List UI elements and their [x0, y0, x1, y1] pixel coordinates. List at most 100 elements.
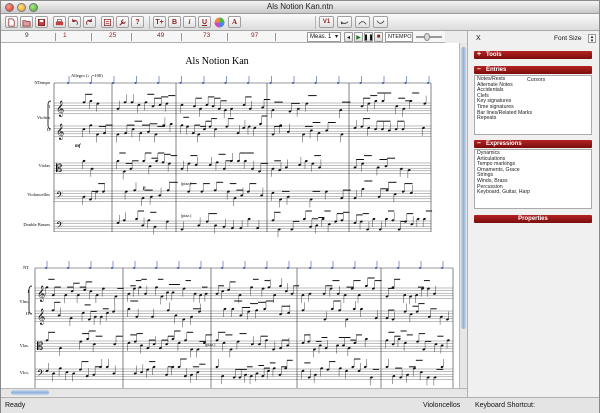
font-size-stepper[interactable]: ▴ ▾ — [588, 34, 596, 44]
font-button[interactable]: A — [228, 16, 241, 28]
bold-icon: B — [171, 18, 178, 26]
svg-text:𝄞: 𝄞 — [37, 286, 45, 302]
tempo-field[interactable]: NTEMPO — [385, 32, 413, 42]
note-marks: 𝄞 𝄞 𝄡 𝄢 𝄢 𝄞 𝄞 𝄡 𝄢 — [37, 76, 450, 386]
vertical-scrollbar[interactable] — [459, 43, 467, 388]
stop-icon: ■ — [376, 34, 381, 40]
pause-icon: ❚❚ — [363, 34, 374, 41]
svg-text:𝄡: 𝄡 — [56, 162, 62, 175]
ruler-tick — [181, 33, 182, 41]
horizontal-scroll-thumb[interactable] — [11, 390, 49, 395]
ruler-page-number: 9 — [25, 32, 29, 39]
svg-text:𝄞: 𝄞 — [56, 124, 64, 140]
ruler-tick — [275, 33, 276, 41]
stop-button[interactable]: ■ — [374, 32, 383, 42]
play-button[interactable]: ▶ — [354, 32, 363, 42]
italic-icon: i — [188, 18, 191, 26]
tempo-field-label: NTEMPO — [388, 34, 412, 40]
ruler-tick — [91, 33, 92, 41]
staff-label-vlcs: Vlcs. — [20, 370, 29, 375]
tie-button[interactable] — [337, 16, 352, 28]
color-button[interactable] — [213, 16, 226, 28]
rewind-button[interactable]: ◂ — [344, 32, 353, 42]
panel-close-button[interactable]: X — [476, 35, 481, 42]
minus-icon: – — [477, 140, 481, 147]
open-button[interactable] — [20, 16, 33, 28]
entries-cursors-item[interactable]: Cursors — [527, 77, 545, 83]
slur-down-button[interactable] — [373, 16, 388, 28]
printer-icon — [55, 18, 64, 25]
tempo-slider[interactable] — [416, 33, 442, 41]
bold-button[interactable]: B — [168, 16, 181, 28]
new-document-icon — [8, 18, 15, 26]
tie-icon — [340, 20, 349, 24]
print-button[interactable] — [53, 16, 66, 28]
text-size-button[interactable]: T+ — [153, 16, 166, 28]
text-size-icon: T+ — [155, 18, 164, 26]
info-icon — [103, 18, 112, 26]
dynamic-marking: mf — [75, 144, 82, 149]
help-button[interactable]: ? — [131, 16, 144, 28]
entries-list: Cursors Notes/Rests Alternate Notes Acci… — [474, 75, 592, 135]
ruler-tick — [131, 33, 132, 41]
svg-text:𝄢: 𝄢 — [37, 369, 44, 381]
tools-section-title: Tools — [486, 52, 502, 58]
tempo-slider-knob[interactable] — [424, 33, 430, 41]
entries-section-title: Entries — [486, 67, 507, 73]
staff-label-ntempo: NTempo — [34, 80, 50, 85]
tempo-marking: Allegro (♩=100) — [71, 73, 103, 78]
staff-lines — [28, 82, 454, 388]
svg-text:𝄡: 𝄡 — [37, 340, 43, 353]
properties-section-header[interactable]: Properties — [474, 215, 592, 223]
expressions-item-keyboard[interactable]: Keyboard, Guitar, Harp — [477, 190, 589, 196]
measure-ruler[interactable]: 9 1 25 49 73 97 Meas. 1 ▾ ◂ ▶ ❚❚ ■ NTEMPO — [1, 31, 445, 43]
pizz-marking: (pizz.) — [181, 213, 192, 218]
title-bar[interactable]: Als Notion Kan.ntn — [1, 1, 599, 14]
staff-label-violas: Violas — [39, 163, 51, 168]
slur-up-icon — [358, 20, 367, 25]
status-text: Ready — [5, 402, 26, 409]
save-button[interactable] — [35, 16, 48, 28]
tools-section-header[interactable]: + Tools — [474, 51, 592, 59]
italic-button[interactable]: i — [183, 16, 196, 28]
undo-button[interactable] — [68, 16, 81, 28]
info-button[interactable] — [101, 16, 114, 28]
svg-text:𝄞: 𝄞 — [56, 101, 64, 117]
entries-item-repeats[interactable]: Repeats — [477, 116, 589, 122]
score-sheet[interactable]: Als Notion Kan Allegro (♩=100) NTempo I … — [1, 43, 459, 388]
measure-selector[interactable]: Meas. 1 ▾ — [307, 32, 341, 42]
score-canvas[interactable]: Als Notion Kan Allegro (♩=100) NTempo I … — [1, 43, 459, 388]
wrench-button[interactable] — [116, 16, 129, 28]
staff-label-vlns: Vlns. — [19, 299, 29, 304]
vertical-scroll-thumb[interactable] — [461, 47, 466, 329]
wrench-icon — [119, 18, 126, 26]
new-document-button[interactable] — [5, 16, 18, 28]
voice-icon: V1 — [322, 19, 331, 25]
horizontal-scrollbar[interactable] — [1, 388, 467, 396]
ruler-measure-number: 73 — [203, 32, 211, 39]
underline-button[interactable]: U — [198, 16, 211, 28]
ruler-tick — [55, 33, 56, 41]
stepper-arrows-icon: ▴ ▾ — [590, 34, 594, 44]
staff-label-double-basses: Double Basses — [23, 222, 50, 227]
expressions-list: Dynamics Articulations Tempo markings Or… — [474, 149, 592, 209]
svg-text:𝄢: 𝄢 — [56, 221, 63, 233]
main-toolbar: ? T+ B i U A V1 — [1, 14, 599, 31]
staff-label-violoncellos: Violoncellos — [27, 192, 50, 197]
slur-up-button[interactable] — [355, 16, 370, 28]
font-icon: A — [231, 18, 238, 26]
ruler-measure-number: 1 — [63, 32, 67, 39]
expressions-section-header[interactable]: – Expressions — [474, 140, 592, 148]
entries-section-header[interactable]: – Entries — [474, 66, 592, 74]
staff-label-nt: NT — [23, 265, 29, 270]
toolbar-separator — [149, 16, 150, 29]
play-icon: ▶ — [356, 34, 361, 41]
voice-button[interactable]: V1 — [319, 16, 334, 28]
expressions-section-title: Expressions — [486, 141, 522, 147]
color-wheel-icon — [214, 17, 225, 27]
redo-button[interactable] — [83, 16, 96, 28]
pause-button[interactable]: ❚❚ — [363, 32, 374, 42]
ruler-measure-number: 49 — [157, 32, 165, 39]
staff-label-vlas: Vlas. — [20, 343, 29, 348]
help-icon: ? — [135, 18, 140, 26]
